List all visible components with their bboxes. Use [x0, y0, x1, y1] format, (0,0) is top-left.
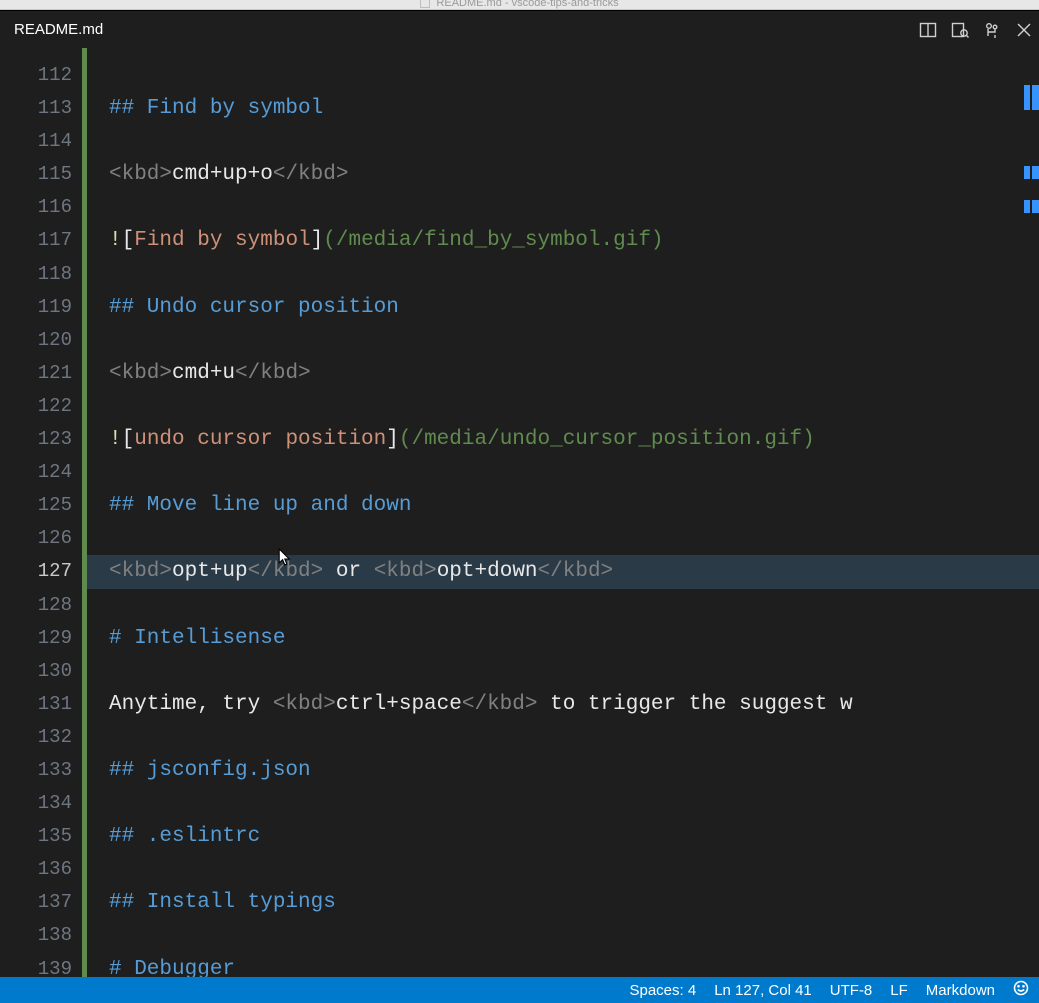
line-number[interactable]: 129	[0, 622, 82, 655]
line-number[interactable]: 126	[0, 522, 82, 555]
code-area[interactable]: ## Find by symbol <kbd>cmd+up+o</kbd> ![Fi…	[87, 48, 1039, 977]
line-number[interactable]: 127	[0, 555, 82, 588]
code-line[interactable]	[87, 125, 1039, 158]
code-line[interactable]	[87, 456, 1039, 489]
code-line[interactable]	[87, 721, 1039, 754]
code-line[interactable]: ![Find by symbol](/media/find_by_symbol.…	[87, 224, 1039, 257]
code-line[interactable]	[87, 191, 1039, 224]
code-line[interactable]	[87, 324, 1039, 357]
code-line[interactable]	[87, 853, 1039, 886]
code-line[interactable]: ## jsconfig.json	[87, 754, 1039, 787]
line-number[interactable]: 136	[0, 853, 82, 886]
code-line[interactable]	[87, 59, 1039, 92]
preview-changes-icon[interactable]	[951, 21, 969, 39]
line-number[interactable]: 115	[0, 158, 82, 191]
code-line[interactable]	[87, 522, 1039, 555]
line-number[interactable]: 123	[0, 423, 82, 456]
line-number[interactable]: 112	[0, 59, 82, 92]
more-actions-icon[interactable]	[983, 21, 1001, 39]
tab-bar: README.md	[0, 10, 1039, 48]
code-line[interactable]	[87, 919, 1039, 952]
line-number[interactable]: 120	[0, 324, 82, 357]
line-number[interactable]: 114	[0, 125, 82, 158]
overview-marker[interactable]	[1032, 97, 1039, 110]
code-line[interactable]: # Debugger	[87, 953, 1039, 977]
window-title: README.md - vscode-tips-and-tricks	[436, 0, 618, 9]
status-eol[interactable]: LF	[890, 982, 908, 999]
line-number[interactable]: 138	[0, 919, 82, 952]
status-language[interactable]: Markdown	[926, 982, 995, 999]
code-line[interactable]: <kbd>cmd+u</kbd>	[87, 357, 1039, 390]
line-number[interactable]: 119	[0, 291, 82, 324]
code-line[interactable]: ## Undo cursor position	[87, 291, 1039, 324]
line-number[interactable]: 134	[0, 787, 82, 820]
window-titlebar: README.md - vscode-tips-and-tricks	[0, 0, 1039, 10]
line-number[interactable]: 124	[0, 456, 82, 489]
code-line[interactable]: # Intellisense	[87, 622, 1039, 655]
code-line[interactable]	[87, 655, 1039, 688]
code-line[interactable]: ## Find by symbol	[87, 92, 1039, 125]
overview-ruler[interactable]	[1024, 48, 1030, 977]
line-number[interactable]: 117	[0, 224, 82, 257]
status-encoding[interactable]: UTF-8	[830, 982, 873, 999]
status-indent[interactable]: Spaces: 4	[629, 982, 696, 999]
line-number[interactable]: 122	[0, 390, 82, 423]
code-line[interactable]: ![undo cursor position](/media/undo_curs…	[87, 423, 1039, 456]
code-line[interactable]: <kbd>cmd+up+o</kbd>	[87, 158, 1039, 191]
line-number[interactable]: 130	[0, 655, 82, 688]
line-number[interactable]: 135	[0, 820, 82, 853]
code-line[interactable]	[87, 390, 1039, 423]
feedback-smile-icon[interactable]	[1013, 980, 1029, 1000]
line-number[interactable]: 133	[0, 754, 82, 787]
overview-marker[interactable]	[1024, 166, 1030, 179]
overview-marker[interactable]	[1024, 200, 1030, 213]
line-number[interactable]: 125	[0, 489, 82, 522]
line-number[interactable]: 132	[0, 721, 82, 754]
editor[interactable]: 1121131141151161171181191201211221231241…	[0, 48, 1039, 977]
line-number[interactable]: 118	[0, 258, 82, 291]
line-number[interactable]: 137	[0, 886, 82, 919]
overview-ruler-secondary[interactable]	[1032, 48, 1039, 977]
overview-marker[interactable]	[1024, 97, 1030, 110]
code-line[interactable]	[87, 589, 1039, 622]
status-bar: Spaces: 4 Ln 127, Col 41 UTF-8 LF Markdo…	[0, 977, 1039, 1003]
split-editor-icon[interactable]	[919, 21, 937, 39]
status-cursor-position[interactable]: Ln 127, Col 41	[714, 982, 812, 999]
line-number[interactable]: 139	[0, 953, 82, 977]
code-line[interactable]: ## .eslintrc	[87, 820, 1039, 853]
line-number[interactable]: 121	[0, 357, 82, 390]
code-line[interactable]: <kbd>opt+up</kbd> or <kbd>opt+down</kbd>	[87, 555, 1039, 588]
tab-filename[interactable]: README.md	[14, 21, 103, 38]
line-number[interactable]: 116	[0, 191, 82, 224]
code-line[interactable]	[87, 787, 1039, 820]
line-number[interactable]: 128	[0, 589, 82, 622]
code-line[interactable]: ## Move line up and down	[87, 489, 1039, 522]
code-line[interactable]: ## Install typings	[87, 886, 1039, 919]
close-icon[interactable]	[1015, 21, 1033, 39]
overview-marker[interactable]	[1032, 200, 1039, 213]
line-number-gutter[interactable]: 1121131141151161171181191201211221231241…	[0, 48, 82, 977]
code-line[interactable]: Anytime, try <kbd>ctrl+space</kbd> to tr…	[87, 688, 1039, 721]
code-line[interactable]	[87, 258, 1039, 291]
line-number[interactable]: 131	[0, 688, 82, 721]
line-number[interactable]: 113	[0, 92, 82, 125]
overview-marker[interactable]	[1032, 166, 1039, 179]
